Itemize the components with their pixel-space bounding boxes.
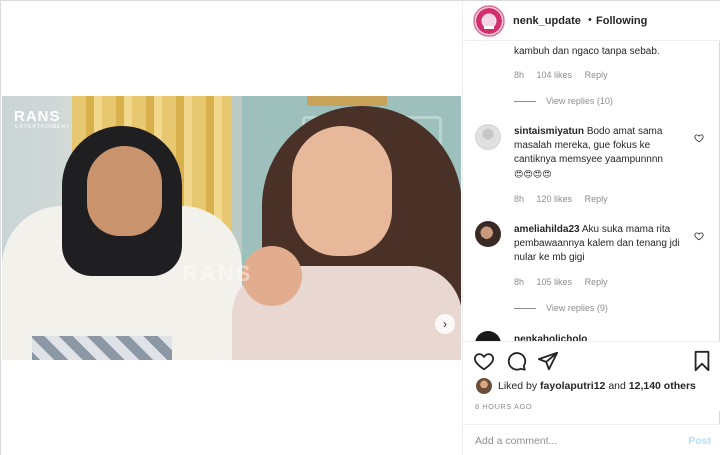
comment-time: 8h [514, 70, 525, 80]
video-player[interactable]: RANS ENTERTAINMENT RANS › [2, 96, 461, 360]
comment-text: kambuh dan ngaco tanpa sebab. [514, 46, 660, 57]
person-left-face [87, 146, 162, 236]
comment-time: 8h [514, 277, 525, 287]
post-author-username[interactable]: nenk_update [513, 15, 581, 27]
likes-summary: Liked by fayolaputri12 and 12,140 others [498, 380, 696, 392]
channel-logo-sub: ENTERTAINMENT [15, 124, 71, 130]
comment-body: ameliahilda23 Aku suka mama rita pembawa… [514, 223, 684, 265]
comment-emoji: 😍😍😍😍 [514, 169, 552, 179]
bookmark-icon[interactable] [691, 350, 713, 372]
comment-username[interactable]: ameliahilda23 [514, 224, 580, 235]
heart-icon[interactable] [473, 350, 495, 372]
comment-icon[interactable] [505, 350, 527, 372]
media-area: RANS ENTERTAINMENT RANS › [1, 1, 462, 455]
view-replies-button[interactable]: View replies (10) [514, 96, 613, 106]
add-comment-bar: Add a comment... Post [463, 424, 720, 455]
video-watermark: RANS [182, 261, 253, 286]
share-icon[interactable] [537, 350, 559, 372]
view-replies-label: View replies (9) [546, 303, 608, 313]
view-replies-label: View replies (10) [546, 96, 613, 106]
instagram-post: RANS ENTERTAINMENT RANS › nenk_update • … [0, 0, 720, 455]
header-separator: • [588, 14, 592, 26]
comment-body: sintaismiyatun Bodo amat sama masalah me… [514, 125, 684, 181]
comment-input[interactable]: Add a comment... [475, 435, 557, 447]
comments-list[interactable]: kambuh dan ngaco tanpa sebab. 8h 104 lik… [463, 41, 720, 341]
avatar[interactable] [475, 331, 501, 341]
liked-by-user[interactable]: fayolaputri12 [540, 380, 605, 392]
post-header: nenk_update • Following [463, 1, 720, 41]
picture-frame [307, 96, 387, 106]
liked-by-and: and [608, 380, 626, 392]
view-replies-button[interactable]: View replies (9) [514, 303, 608, 313]
comment-username[interactable]: nenkaholicholo [514, 334, 587, 341]
avatar[interactable] [475, 124, 501, 150]
post-actions: Liked by fayolaputri12 and 12,140 others… [463, 341, 720, 411]
channel-logo: RANS [14, 108, 61, 125]
avatar[interactable] [475, 221, 501, 247]
liked-by-prefix: Liked by [498, 380, 538, 392]
post-sidebar: nenk_update • Following kambuh dan ngaco… [462, 1, 720, 455]
comment-meta: 8h 120 likes Reply [514, 194, 618, 204]
reply-button[interactable]: Reply [585, 277, 608, 287]
post-comment-button[interactable]: Post [688, 435, 711, 447]
comment-likes[interactable]: 104 likes [537, 70, 573, 80]
comment-username[interactable]: sintaismiyatun [514, 126, 584, 137]
heart-icon[interactable] [694, 231, 704, 241]
comment-meta: 8h 104 likes Reply [514, 70, 618, 80]
comment-likes[interactable]: 105 likes [537, 277, 573, 287]
post-timestamp[interactable]: 8 HOURS AGO [475, 402, 532, 411]
replies-divider [514, 308, 536, 310]
avatar[interactable] [476, 378, 492, 394]
likes-count[interactable]: 12,140 others [629, 380, 696, 392]
reply-button[interactable]: Reply [585, 194, 608, 204]
chevron-right-icon[interactable]: › [435, 314, 455, 334]
heart-icon[interactable] [694, 133, 704, 143]
comment-likes[interactable]: 120 likes [537, 194, 573, 204]
avatar[interactable] [473, 5, 505, 37]
following-button[interactable]: Following [596, 15, 647, 27]
pillow [32, 336, 172, 360]
comment-time: 8h [514, 194, 525, 204]
reply-button[interactable]: Reply [585, 70, 608, 80]
comment-body: nenkaholicholo [514, 333, 587, 341]
replies-divider [514, 101, 536, 103]
person-right-face [292, 126, 392, 256]
comment-meta: 8h 105 likes Reply [514, 277, 618, 287]
